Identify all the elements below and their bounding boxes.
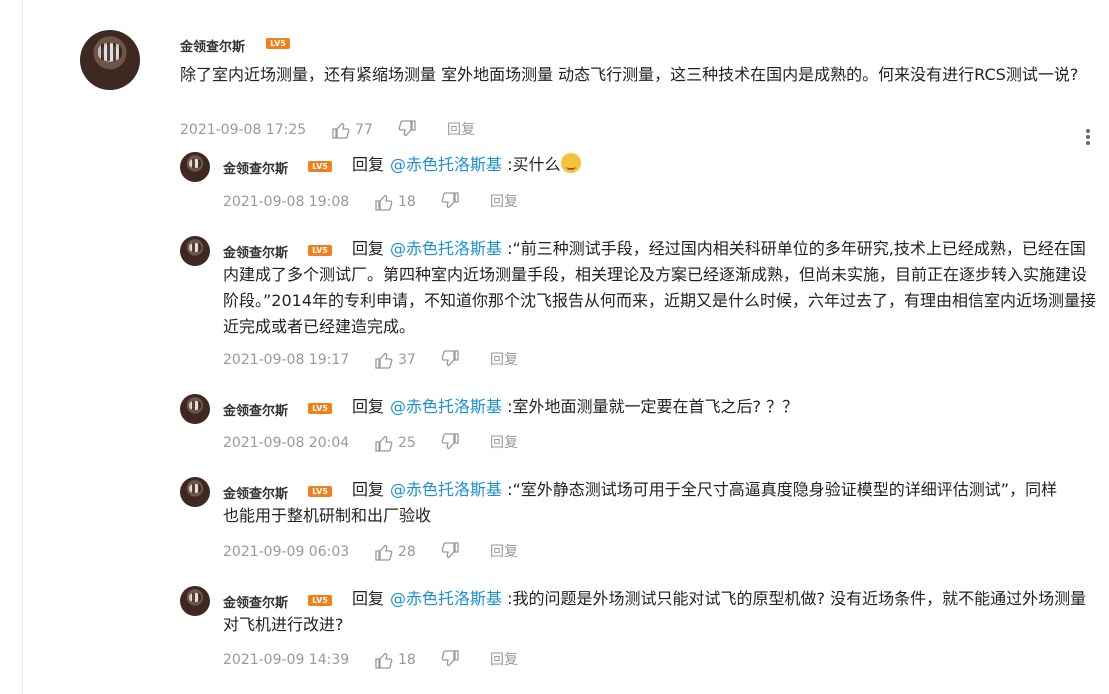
reply-meta: 2021-09-08 19:08 18 回复: [223, 192, 543, 212]
reply-prefix: 回复: [352, 155, 385, 174]
mention-link[interactable]: @赤色托洛斯基: [390, 239, 502, 258]
reply-prefix: 回复: [352, 589, 385, 608]
avatar[interactable]: [180, 586, 210, 616]
thumbs-up-icon: [375, 544, 393, 561]
reply-text: 回复 @赤色托洛斯基 :“室外静态测试场可用于全尺寸高逼真度隐身验证模型的详细评估…: [223, 477, 1073, 529]
comment-text: 除了室内近场测量，还有紧缩场测量 室外地面场测量 动态飞行测量，这三种技术在国内…: [180, 65, 1079, 84]
avatar[interactable]: [80, 30, 140, 90]
timestamp: 2021-09-08 19:08: [223, 194, 350, 210]
reply-prefix: 回复: [352, 397, 385, 416]
thumbs-down-icon[interactable]: [441, 350, 459, 367]
level-badge: LV5: [308, 403, 332, 414]
comment-meta: 2021-09-08 17:25 77 回复: [180, 120, 500, 140]
like-button[interactable]: 18: [375, 192, 416, 212]
mention-link[interactable]: @赤色托洛斯基: [390, 397, 502, 416]
like-count: 37: [398, 352, 416, 368]
like-button[interactable]: 77: [332, 120, 373, 140]
like-count: 18: [398, 652, 416, 668]
username[interactable]: 金领查尔斯: [223, 158, 288, 177]
reply-button[interactable]: 回复: [490, 192, 518, 212]
timestamp: 2021-09-09 14:39: [223, 652, 350, 668]
thumbs-up-icon: [332, 122, 350, 139]
reply-meta: 2021-09-08 19:17 37 回复: [223, 350, 543, 370]
like-button[interactable]: 28: [375, 542, 416, 562]
timestamp: 2021-09-08 19:17: [223, 352, 350, 368]
level-badge: LV5: [308, 161, 332, 172]
like-count: 77: [355, 122, 373, 138]
timestamp: 2021-09-08 20:04: [223, 435, 350, 451]
thumbs-down-icon[interactable]: [441, 433, 459, 450]
thumbs-down-icon[interactable]: [441, 650, 459, 667]
reply-prefix: 回复: [352, 239, 385, 258]
emoji-icon: [560, 153, 581, 173]
timestamp: 2021-09-08 17:25: [180, 122, 307, 138]
thumbs-up-icon: [375, 352, 393, 369]
reply-prefix: 回复: [352, 480, 385, 499]
like-count: 25: [398, 435, 416, 451]
avatar[interactable]: [180, 477, 210, 507]
reply-button[interactable]: 回复: [490, 650, 518, 670]
reply-meta: 2021-09-09 06:03 28 回复: [223, 542, 543, 562]
thumbs-up-icon: [375, 652, 393, 669]
like-count: 28: [398, 544, 416, 560]
like-button[interactable]: 37: [375, 350, 416, 370]
avatar[interactable]: [180, 152, 210, 182]
level-badge: LV5: [266, 38, 290, 49]
thumbs-down-icon[interactable]: [441, 542, 459, 559]
mention-link[interactable]: @赤色托洛斯基: [390, 155, 502, 174]
thumbs-up-icon: [375, 435, 393, 452]
left-divider: [22, 0, 23, 694]
avatar[interactable]: [180, 236, 210, 266]
reply-meta: 2021-09-09 14:39 18 回复: [223, 650, 543, 670]
username[interactable]: 金领查尔斯: [180, 36, 245, 55]
reply-button[interactable]: 回复: [490, 350, 518, 370]
username[interactable]: 金领查尔斯: [223, 400, 288, 419]
reply-button[interactable]: 回复: [490, 542, 518, 562]
reply-body: :“室外静态测试场可用于全尺寸高逼真度隐身验证模型的详细评估测试”，同样也能用于…: [223, 480, 1058, 525]
avatar[interactable]: [180, 394, 210, 424]
reply-button[interactable]: 回复: [447, 120, 475, 140]
thumbs-up-icon: [375, 194, 393, 211]
reply-text: 回复 @赤色托洛斯基 :我的问题是外场测试只能对试飞的原型机做? 没有近场条件，就…: [223, 586, 1099, 638]
thumbs-down-icon[interactable]: [441, 192, 459, 209]
like-button[interactable]: 18: [375, 650, 416, 670]
thumbs-down-icon[interactable]: [398, 120, 416, 137]
like-count: 18: [398, 194, 416, 210]
reply-body: :室外地面测量就一定要在首飞之后? ？？: [507, 397, 799, 416]
reply-body: :买什么: [507, 155, 561, 174]
reply-meta: 2021-09-08 20:04 25 回复: [223, 433, 543, 453]
mention-link[interactable]: @赤色托洛斯基: [390, 589, 502, 608]
like-button[interactable]: 25: [375, 433, 416, 453]
mention-link[interactable]: @赤色托洛斯基: [390, 480, 502, 499]
reply-text: 回复 @赤色托洛斯基 :买什么: [352, 152, 1092, 178]
timestamp: 2021-09-09 06:03: [223, 544, 350, 560]
reply-text: 回复 @赤色托洛斯基 :“前三种测试手段，经过国内相关科研单位的多年研究,技术上已…: [223, 236, 1099, 340]
reply-text: 回复 @赤色托洛斯基 :室外地面测量就一定要在首飞之后? ？？: [352, 394, 1092, 420]
more-options-icon[interactable]: [1082, 127, 1094, 149]
reply-button[interactable]: 回复: [490, 433, 518, 453]
